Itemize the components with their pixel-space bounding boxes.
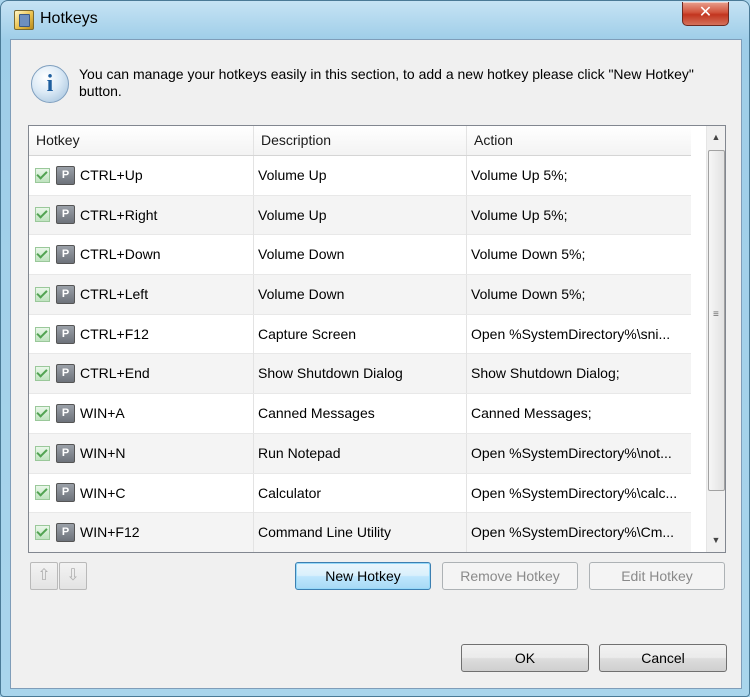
close-button[interactable]: ✕	[682, 2, 729, 26]
hotkey-icon: P	[56, 165, 75, 185]
hotkey-icon: P	[56, 284, 75, 304]
scroll-up-icon[interactable]: ▲	[707, 129, 725, 146]
description-cell: Capture Screen	[254, 314, 467, 354]
hotkey-label: CTRL+Left	[80, 286, 149, 303]
hotkey-icon: P	[56, 403, 75, 423]
description-cell: Run Notepad	[254, 433, 467, 473]
hotkey-icon: P	[56, 364, 75, 384]
table-row[interactable]: P WIN+F12 Command Line Utility Open %Syst…	[29, 513, 691, 552]
action-cell: Volume Up 5%;	[471, 167, 568, 183]
column-header-action[interactable]: Action	[467, 126, 691, 155]
info-icon: i	[31, 65, 69, 103]
action-cell: Open %SystemDirectory%\calc...	[471, 484, 678, 501]
title-bar[interactable]: Hotkeys ✕	[1, 1, 749, 39]
action-cell: Open %SystemDirectory%\Cm...	[471, 524, 675, 541]
enabled-checkbox[interactable]	[35, 485, 50, 501]
table-row[interactable]: P CTRL+End Show Shutdown Dialog Show Shut…	[29, 354, 691, 395]
grip-icon: ≡	[713, 309, 719, 320]
table-row[interactable]: P CTRL+Down Volume Down Volume Down 5%;	[29, 235, 691, 276]
action-cell: Canned Messages;	[471, 405, 592, 422]
action-cell: Volume Down 5%;	[471, 246, 586, 263]
move-down-icon[interactable]: ⇩	[59, 562, 87, 590]
table-row[interactable]: P CTRL+Right Volume Up Volume Up 5%;	[29, 195, 691, 236]
hotkey-label: CTRL+Down	[80, 246, 161, 263]
enabled-checkbox[interactable]	[35, 326, 50, 342]
hotkey-label: WIN+F12	[80, 524, 140, 541]
column-header-description[interactable]: Description	[254, 126, 467, 155]
action-cell: Open %SystemDirectory%\sni...	[471, 325, 671, 342]
hotkey-table[interactable]: Hotkey Description Action P CTRL+Up Volum…	[28, 125, 726, 553]
table-row[interactable]: P CTRL+F12 Capture Screen Open %SystemDir…	[29, 314, 691, 355]
hotkey-icon: P	[56, 205, 75, 225]
edit-hotkey-button[interactable]: Edit Hotkey	[589, 562, 725, 590]
scrollbar-thumb[interactable]: ≡	[708, 150, 725, 491]
hotkey-label: WIN+N	[80, 444, 126, 461]
enabled-checkbox[interactable]	[35, 445, 50, 461]
hotkeys-dialog: Hotkeys ✕ i You can manage your hotkeys …	[0, 0, 750, 697]
hotkey-label: WIN+C	[80, 484, 126, 501]
enabled-checkbox[interactable]	[35, 524, 50, 540]
hotkey-label: CTRL+Right	[80, 206, 158, 223]
move-up-icon[interactable]: ⇧	[30, 562, 58, 590]
description-cell: Volume Up	[254, 195, 467, 235]
hotkey-icon: P	[56, 324, 75, 344]
hotkey-label: CTRL+F12	[80, 325, 149, 342]
new-hotkey-button[interactable]: New Hotkey	[295, 562, 431, 590]
remove-hotkey-button[interactable]: Remove Hotkey	[442, 562, 578, 590]
action-cell: Volume Down 5%;	[471, 286, 586, 303]
window-title: Hotkeys	[40, 10, 98, 27]
description-cell: Calculator	[254, 473, 467, 513]
description-cell: Volume Down	[254, 235, 467, 275]
dialog-body: i You can manage your hotkeys easily in …	[10, 39, 742, 689]
hotkey-icon: P	[56, 483, 75, 503]
hotkey-label: WIN+A	[80, 405, 125, 422]
description-cell: Show Shutdown Dialog	[254, 354, 467, 394]
table-row[interactable]: P WIN+N Run Notepad Open %SystemDirectory…	[29, 433, 691, 474]
ok-button[interactable]: OK	[461, 644, 589, 672]
action-cell: Volume Up 5%;	[471, 206, 568, 223]
description-cell: Volume Up	[254, 156, 467, 195]
vertical-scrollbar[interactable]: ▲ ≡ ▼	[706, 126, 725, 552]
enabled-checkbox[interactable]	[35, 167, 50, 183]
description-cell: Command Line Utility	[254, 513, 467, 552]
enabled-checkbox[interactable]	[35, 366, 50, 382]
column-header-hotkey[interactable]: Hotkey	[29, 126, 254, 155]
description-cell: Volume Down	[254, 275, 467, 315]
hotkey-icon: P	[56, 245, 75, 265]
cancel-button[interactable]: Cancel	[599, 644, 727, 672]
table-row[interactable]: P WIN+C Calculator Open %SystemDirectory%…	[29, 473, 691, 514]
enabled-checkbox[interactable]	[35, 207, 50, 223]
enabled-checkbox[interactable]	[35, 286, 50, 302]
table-body: P CTRL+Up Volume Up Volume Up 5%; P CTRL+R…	[29, 156, 691, 552]
table-header: Hotkey Description Action	[29, 126, 691, 156]
enabled-checkbox[interactable]	[35, 247, 50, 263]
hotkey-label: CTRL+Up	[80, 167, 143, 183]
enabled-checkbox[interactable]	[35, 405, 50, 421]
action-cell: Show Shutdown Dialog;	[471, 365, 620, 382]
table-row[interactable]: P CTRL+Up Volume Up Volume Up 5%;	[29, 156, 691, 196]
table-row[interactable]: P WIN+A Canned Messages Canned Messages;	[29, 394, 691, 434]
action-cell: Open %SystemDirectory%\not...	[471, 444, 672, 461]
app-icon	[14, 10, 34, 30]
table-row[interactable]: P CTRL+Left Volume Down Volume Down 5%;	[29, 275, 691, 315]
hotkey-icon: P	[56, 522, 75, 542]
info-message: You can manage your hotkeys easily in th…	[79, 66, 694, 99]
description-cell: Canned Messages	[254, 394, 467, 434]
hotkey-label: CTRL+End	[80, 365, 150, 382]
hotkey-icon: P	[56, 443, 75, 463]
scroll-down-icon[interactable]: ▼	[707, 532, 725, 549]
